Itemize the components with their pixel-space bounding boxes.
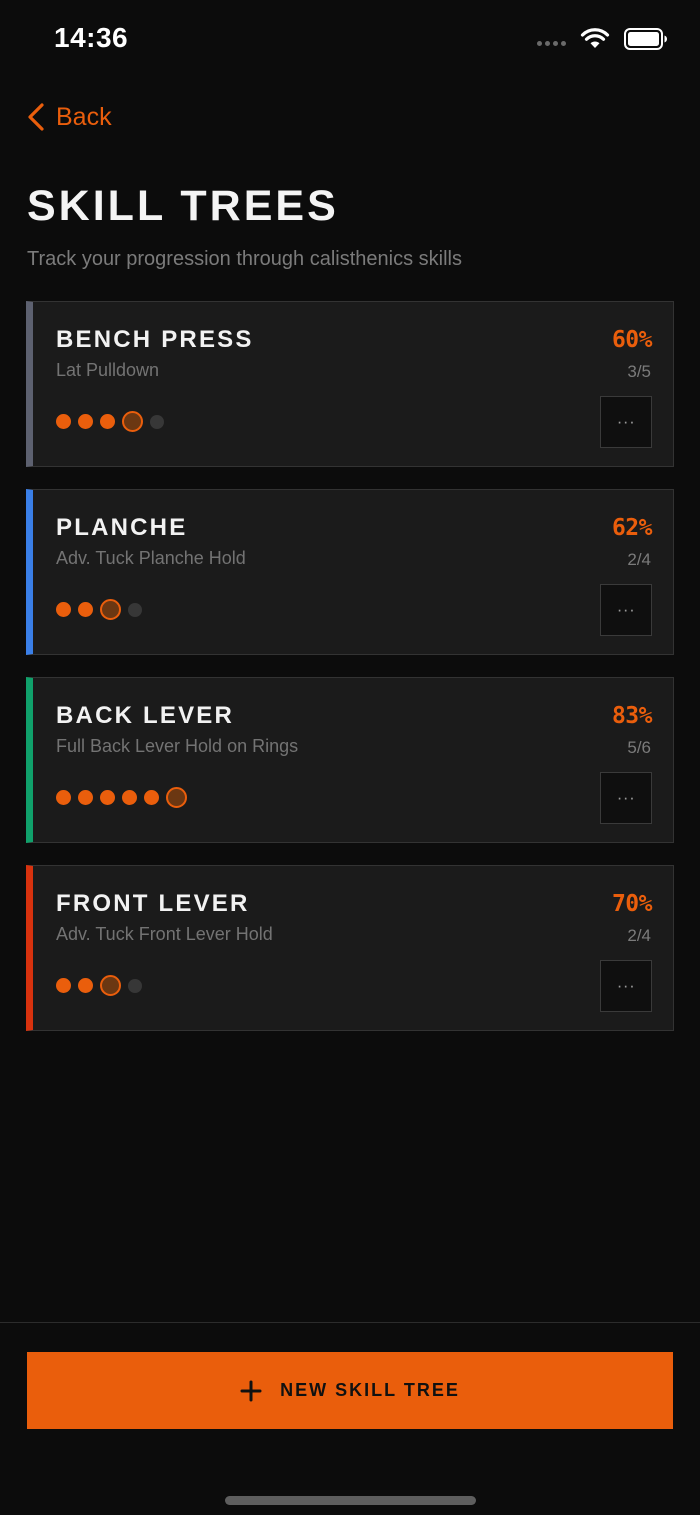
progress-dot-done bbox=[78, 790, 93, 805]
progress-dot-current bbox=[100, 975, 121, 996]
more-options-button[interactable]: ··· bbox=[600, 396, 652, 448]
progress-dot-locked bbox=[128, 602, 142, 617]
skill-tree-list: BENCH PRESS Lat Pulldown 60% 3/5 ··· PLA… bbox=[26, 301, 674, 1053]
skill-tree-progress: 2/4 bbox=[627, 550, 651, 569]
progress-dot-done bbox=[56, 414, 71, 429]
skill-tree-current-step: Adv. Tuck Front Lever Hold bbox=[56, 924, 273, 944]
new-skill-tree-button[interactable]: NEW SKILL TREE bbox=[27, 1352, 673, 1429]
progress-dot-done bbox=[56, 978, 71, 993]
skill-tree-card[interactable]: BACK LEVER Full Back Lever Hold on Rings… bbox=[26, 677, 674, 843]
progress-dot-done bbox=[122, 790, 137, 805]
cellular-signal-icon bbox=[537, 40, 566, 46]
skill-tree-card[interactable]: PLANCHE Adv. Tuck Planche Hold 62% 2/4 ·… bbox=[26, 489, 674, 655]
progress-dots bbox=[56, 787, 187, 808]
battery-icon bbox=[624, 28, 667, 50]
progress-dot-done bbox=[56, 790, 71, 805]
more-options-button[interactable]: ··· bbox=[600, 960, 652, 1012]
skill-tree-name: BENCH PRESS bbox=[56, 326, 254, 353]
page-subtitle: Track your progression through calisthen… bbox=[27, 248, 462, 270]
progress-dot-done bbox=[144, 790, 159, 805]
progress-dots bbox=[56, 411, 164, 432]
skill-tree-percent: 83% bbox=[611, 703, 653, 729]
skill-tree-name: BACK LEVER bbox=[56, 702, 235, 729]
progress-dot-done bbox=[78, 414, 93, 429]
skill-tree-progress: 2/4 bbox=[627, 926, 651, 945]
back-label: Back bbox=[56, 102, 112, 131]
skill-tree-card[interactable]: BENCH PRESS Lat Pulldown 60% 3/5 ··· bbox=[26, 301, 674, 467]
back-button[interactable]: Back bbox=[26, 102, 112, 132]
more-options-button[interactable]: ··· bbox=[600, 772, 652, 824]
status-icons bbox=[537, 28, 668, 50]
skill-tree-percent: 70% bbox=[611, 891, 653, 917]
progress-dot-done bbox=[100, 414, 115, 429]
chevron-left-icon bbox=[28, 103, 44, 131]
progress-dot-done bbox=[100, 790, 115, 805]
skill-tree-name: PLANCHE bbox=[56, 514, 188, 541]
progress-dot-current bbox=[122, 411, 143, 432]
wifi-icon bbox=[580, 28, 610, 48]
home-indicator[interactable] bbox=[225, 1496, 476, 1505]
status-bar: 14:36 bbox=[0, 0, 700, 80]
progress-dot-done bbox=[78, 978, 93, 993]
plus-icon bbox=[240, 1380, 262, 1401]
status-time: 14:36 bbox=[54, 22, 129, 53]
skill-tree-current-step: Full Back Lever Hold on Rings bbox=[56, 736, 299, 756]
progress-dot-locked bbox=[128, 978, 142, 993]
footer-divider bbox=[0, 1322, 700, 1323]
progress-dot-locked bbox=[150, 414, 164, 429]
skill-tree-percent: 62% bbox=[611, 515, 653, 541]
page-title: SKILL TREES bbox=[27, 182, 339, 230]
skill-tree-current-step: Lat Pulldown bbox=[56, 360, 160, 380]
skill-tree-percent: 60% bbox=[611, 327, 653, 353]
more-options-button[interactable]: ··· bbox=[600, 584, 652, 636]
skill-tree-progress: 5/6 bbox=[627, 738, 651, 757]
progress-dots bbox=[56, 599, 142, 620]
progress-dots bbox=[56, 975, 142, 996]
new-skill-tree-label: NEW SKILL TREE bbox=[280, 1380, 460, 1400]
skill-tree-progress: 3/5 bbox=[627, 362, 651, 381]
skill-tree-name: FRONT LEVER bbox=[56, 890, 250, 917]
progress-dot-current bbox=[100, 599, 121, 620]
skill-tree-current-step: Adv. Tuck Planche Hold bbox=[56, 548, 246, 568]
progress-dot-current bbox=[166, 787, 187, 808]
progress-dot-done bbox=[78, 602, 93, 617]
skill-tree-card[interactable]: FRONT LEVER Adv. Tuck Front Lever Hold 7… bbox=[26, 865, 674, 1031]
progress-dot-done bbox=[56, 602, 71, 617]
